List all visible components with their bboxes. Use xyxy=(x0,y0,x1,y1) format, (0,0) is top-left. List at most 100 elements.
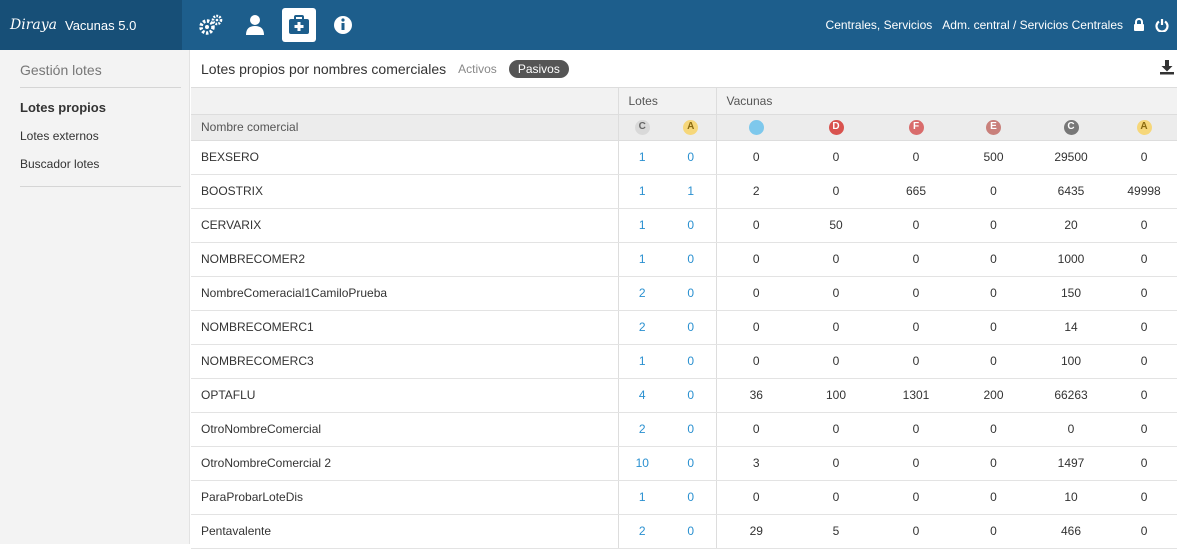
cell-vacunas-e: 0 xyxy=(956,446,1032,481)
cell-vacunas-d: 0 xyxy=(796,480,877,515)
cell-vacunas-a: 0 xyxy=(1111,446,1177,481)
tab-pasivos[interactable]: Pasivos xyxy=(508,59,569,78)
sidebar-item-lotes-propios[interactable]: Lotes propios xyxy=(20,94,181,122)
cell-nombre-comercial[interactable]: OtroNombreComercial 2 xyxy=(191,446,618,481)
cell-lotes-a[interactable]: 0 xyxy=(666,242,717,277)
cell-nombre-comercial[interactable]: OtroNombreComercial xyxy=(191,412,618,447)
cell-nombre-comercial[interactable]: ParaProbarLoteDis xyxy=(191,480,618,515)
cell-lotes-a[interactable]: 0 xyxy=(666,514,717,549)
cogs-icon[interactable] xyxy=(194,8,228,42)
cell-nombre-comercial[interactable]: CERVARIX xyxy=(191,208,618,243)
cell-vacunas-d: 0 xyxy=(796,412,877,447)
cell-vacunas-c: 1497 xyxy=(1031,446,1112,481)
tab-activos[interactable]: Activos xyxy=(458,62,497,76)
cell-vacunas-blank: 0 xyxy=(715,276,797,311)
badge-e-icon: E xyxy=(986,119,1002,135)
cell-lotes-a[interactable]: 0 xyxy=(666,276,717,311)
cell-lotes-c[interactable]: 1 xyxy=(617,480,666,515)
content-header: Lotes propios por nombres comerciales Ac… xyxy=(191,50,1177,88)
cell-lotes-c[interactable]: 4 xyxy=(617,378,666,413)
cell-lotes-c[interactable]: 1 xyxy=(617,344,666,379)
cell-nombre-comercial[interactable]: NOMBRECOMERC1 xyxy=(191,310,618,345)
cell-vacunas-f: 1301 xyxy=(876,378,957,413)
cell-vacunas-c: 10 xyxy=(1031,480,1112,515)
cell-lotes-c[interactable]: 10 xyxy=(617,446,666,481)
cell-vacunas-a: 0 xyxy=(1111,310,1177,345)
cell-vacunas-c: 14 xyxy=(1031,310,1112,345)
cell-lotes-a[interactable]: 0 xyxy=(666,446,717,481)
table-row: ParaProbarLoteDis 1 0 0 0 0 0 10 0 xyxy=(191,480,1177,515)
table-row: Pentavalente 2 0 29 5 0 0 466 0 xyxy=(191,514,1177,549)
cell-nombre-comercial[interactable]: NombreComeracial1CamiloPrueba xyxy=(191,276,618,311)
sidebar-title: Gestión lotes xyxy=(20,58,181,88)
cell-vacunas-blank: 0 xyxy=(715,480,797,515)
cell-lotes-c[interactable]: 1 xyxy=(617,242,666,277)
col-vacunas-d[interactable]: D xyxy=(796,114,877,141)
cell-vacunas-d: 0 xyxy=(796,446,877,481)
col-lotes-c[interactable]: C xyxy=(617,114,666,141)
info-icon[interactable] xyxy=(326,8,360,42)
sidebar-item-lotes-externos[interactable]: Lotes externos xyxy=(20,122,181,150)
cell-vacunas-d: 0 xyxy=(796,276,877,311)
col-vacunas-e[interactable]: E xyxy=(956,114,1032,141)
cell-vacunas-e: 0 xyxy=(956,276,1032,311)
center-label[interactable]: Centrales, Servicios xyxy=(826,18,933,32)
table-row: OPTAFLU 4 0 36 100 1301 200 66263 0 xyxy=(191,378,1177,413)
brand[interactable]: Diraya Vacunas 5.0 xyxy=(0,0,182,50)
download-icon[interactable] xyxy=(1159,59,1175,78)
cell-vacunas-a: 0 xyxy=(1111,140,1177,175)
cell-lotes-c[interactable]: 2 xyxy=(617,412,666,447)
lock-icon[interactable] xyxy=(1133,18,1145,32)
cell-lotes-a[interactable]: 0 xyxy=(666,480,717,515)
table-row: BOOSTRIX 1 1 2 0 665 0 6435 49998 xyxy=(191,174,1177,209)
cell-lotes-a[interactable]: 0 xyxy=(666,310,717,345)
cell-vacunas-d: 0 xyxy=(796,344,877,379)
user-role-label[interactable]: Adm. central / Servicios Centrales xyxy=(942,18,1123,32)
cell-nombre-comercial[interactable]: NOMBRECOMER2 xyxy=(191,242,618,277)
lots-table: Lotes Vacunas Nombre comercial C A D F E… xyxy=(191,88,1177,549)
sidebar-item-buscador-lotes[interactable]: Buscador lotes xyxy=(20,150,181,178)
cell-lotes-a[interactable]: 0 xyxy=(666,208,717,243)
cell-nombre-comercial[interactable]: NOMBRECOMERC3 xyxy=(191,344,618,379)
user-icon[interactable] xyxy=(238,8,272,42)
cell-lotes-a[interactable]: 0 xyxy=(666,378,717,413)
power-icon[interactable] xyxy=(1155,18,1169,32)
medical-kit-icon[interactable] xyxy=(282,8,316,42)
cell-nombre-comercial[interactable]: BOOSTRIX xyxy=(191,174,618,209)
col-vacunas-blank[interactable] xyxy=(715,114,797,141)
cell-lotes-c[interactable]: 2 xyxy=(617,276,666,311)
cell-vacunas-c: 0 xyxy=(1031,412,1112,447)
cell-vacunas-f: 0 xyxy=(876,140,957,175)
cell-vacunas-e: 0 xyxy=(956,208,1032,243)
cell-nombre-comercial[interactable]: Pentavalente xyxy=(191,514,618,549)
cell-lotes-c[interactable]: 2 xyxy=(617,514,666,549)
diraya-logo: Diraya xyxy=(10,17,57,33)
cell-vacunas-e: 0 xyxy=(956,412,1032,447)
cell-vacunas-blank: 0 xyxy=(715,310,797,345)
cell-lotes-c[interactable]: 1 xyxy=(617,140,666,175)
cell-vacunas-c: 20 xyxy=(1031,208,1112,243)
table-row: OtroNombreComercial 2 10 0 3 0 0 0 1497 0 xyxy=(191,446,1177,481)
cell-vacunas-f: 0 xyxy=(876,514,957,549)
badge-c-icon: C xyxy=(1063,119,1079,135)
cell-lotes-a[interactable]: 0 xyxy=(666,140,717,175)
cell-vacunas-e: 0 xyxy=(956,344,1032,379)
cell-lotes-a[interactable]: 0 xyxy=(666,344,717,379)
cell-nombre-comercial[interactable]: BEXSERO xyxy=(191,140,618,175)
cell-lotes-a[interactable]: 1 xyxy=(666,174,717,209)
cell-vacunas-f: 0 xyxy=(876,412,957,447)
cell-vacunas-d: 50 xyxy=(796,208,877,243)
cell-lotes-a[interactable]: 0 xyxy=(666,412,717,447)
col-vacunas-c[interactable]: C xyxy=(1031,114,1112,141)
col-nombre-comercial[interactable]: Nombre comercial xyxy=(191,114,618,141)
col-vacunas-f[interactable]: F xyxy=(876,114,957,141)
cell-lotes-c[interactable]: 2 xyxy=(617,310,666,345)
col-lotes-a[interactable]: A xyxy=(666,114,717,141)
col-vacunas-a[interactable]: A xyxy=(1111,114,1177,141)
cell-lotes-c[interactable]: 1 xyxy=(617,174,666,209)
cell-nombre-comercial[interactable]: OPTAFLU xyxy=(191,378,618,413)
cell-vacunas-f: 0 xyxy=(876,208,957,243)
cell-lotes-c[interactable]: 1 xyxy=(617,208,666,243)
table-group-header: Lotes Vacunas xyxy=(191,88,1177,115)
badge-a-icon: A xyxy=(1136,119,1152,135)
